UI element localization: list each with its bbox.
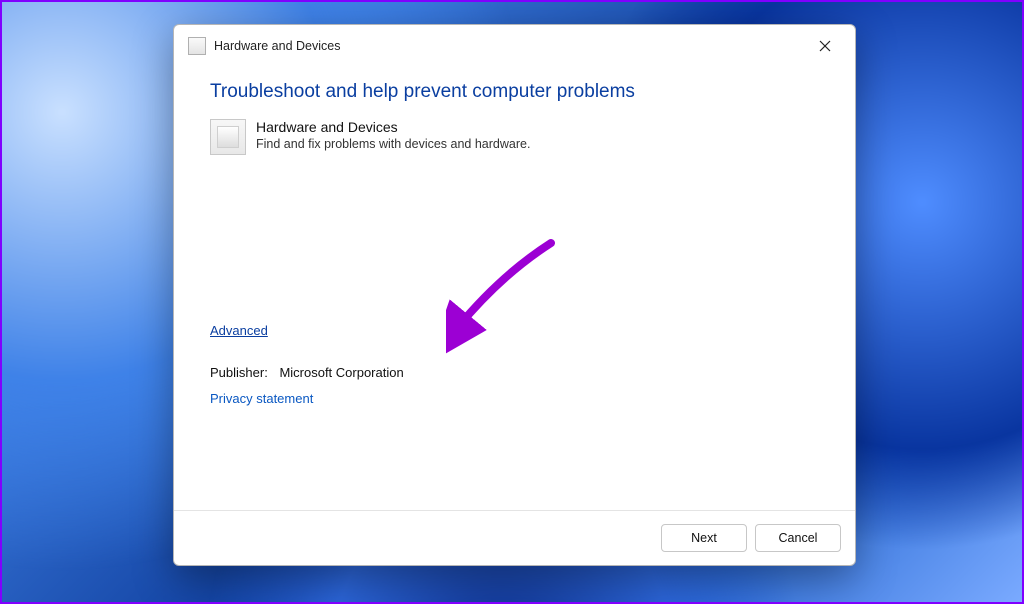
publisher-label: Publisher: xyxy=(210,365,268,380)
troubleshooter-icon xyxy=(210,119,246,155)
publisher-value: Microsoft Corporation xyxy=(279,365,403,380)
annotation-arrow-icon xyxy=(446,235,566,355)
dialog-content: Troubleshoot and help prevent computer p… xyxy=(174,67,855,510)
dialog-footer: Next Cancel xyxy=(174,510,855,565)
troubleshooter-title: Hardware and Devices xyxy=(256,119,530,135)
troubleshooter-description: Find and fix problems with devices and h… xyxy=(256,137,530,151)
window-title: Hardware and Devices xyxy=(214,39,340,53)
page-heading: Troubleshoot and help prevent computer p… xyxy=(210,81,819,103)
desktop-background: Hardware and Devices Troubleshoot and he… xyxy=(0,0,1024,604)
app-icon xyxy=(188,37,206,55)
advanced-link[interactable]: Advanced xyxy=(210,323,268,338)
next-button[interactable]: Next xyxy=(661,524,747,552)
troubleshooter-dialog: Hardware and Devices Troubleshoot and he… xyxy=(173,24,856,566)
privacy-statement-link[interactable]: Privacy statement xyxy=(210,391,313,406)
close-icon xyxy=(819,40,831,52)
troubleshooter-item: Hardware and Devices Find and fix proble… xyxy=(210,119,819,155)
publisher-row: Publisher: Microsoft Corporation xyxy=(210,365,404,380)
titlebar: Hardware and Devices xyxy=(174,25,855,67)
cancel-button[interactable]: Cancel xyxy=(755,524,841,552)
close-button[interactable] xyxy=(805,30,845,62)
